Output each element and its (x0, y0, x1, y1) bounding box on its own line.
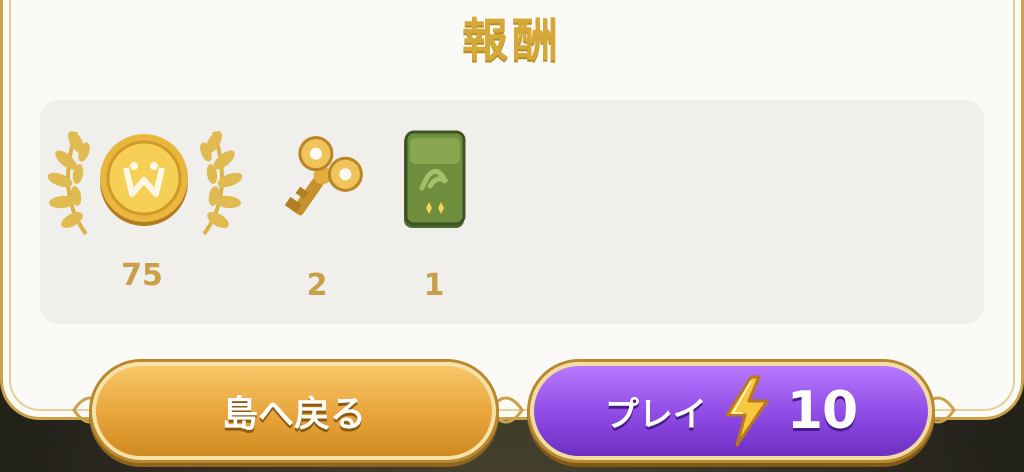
coin-icon (100, 134, 188, 226)
reward-title: 報酬 (462, 13, 562, 67)
reward-count: 75 (121, 258, 163, 293)
lightning-icon (725, 375, 769, 447)
reward-screen: 報酬 75 2 1 島へ戻る プレイ 10 (0, 0, 1024, 472)
reward-item-card-pack: 1 (392, 120, 482, 310)
reward-count: 2 (306, 268, 328, 303)
play-button[interactable]: プレイ 10 (530, 362, 932, 460)
card-pack-icon (404, 130, 466, 228)
reward-count: 1 (423, 268, 445, 303)
laurel-icon (47, 131, 90, 236)
back-to-island-button[interactable]: 島へ戻る (92, 362, 496, 460)
play-energy-cost: 10 (786, 381, 858, 441)
reward-item-coin: 75 (40, 120, 250, 310)
key-icon (284, 136, 363, 216)
back-button-label: 島へ戻る (221, 394, 366, 435)
laurel-icon (200, 131, 243, 236)
reward-item-key: 2 (262, 120, 372, 310)
play-button-label: プレイ (604, 394, 707, 435)
